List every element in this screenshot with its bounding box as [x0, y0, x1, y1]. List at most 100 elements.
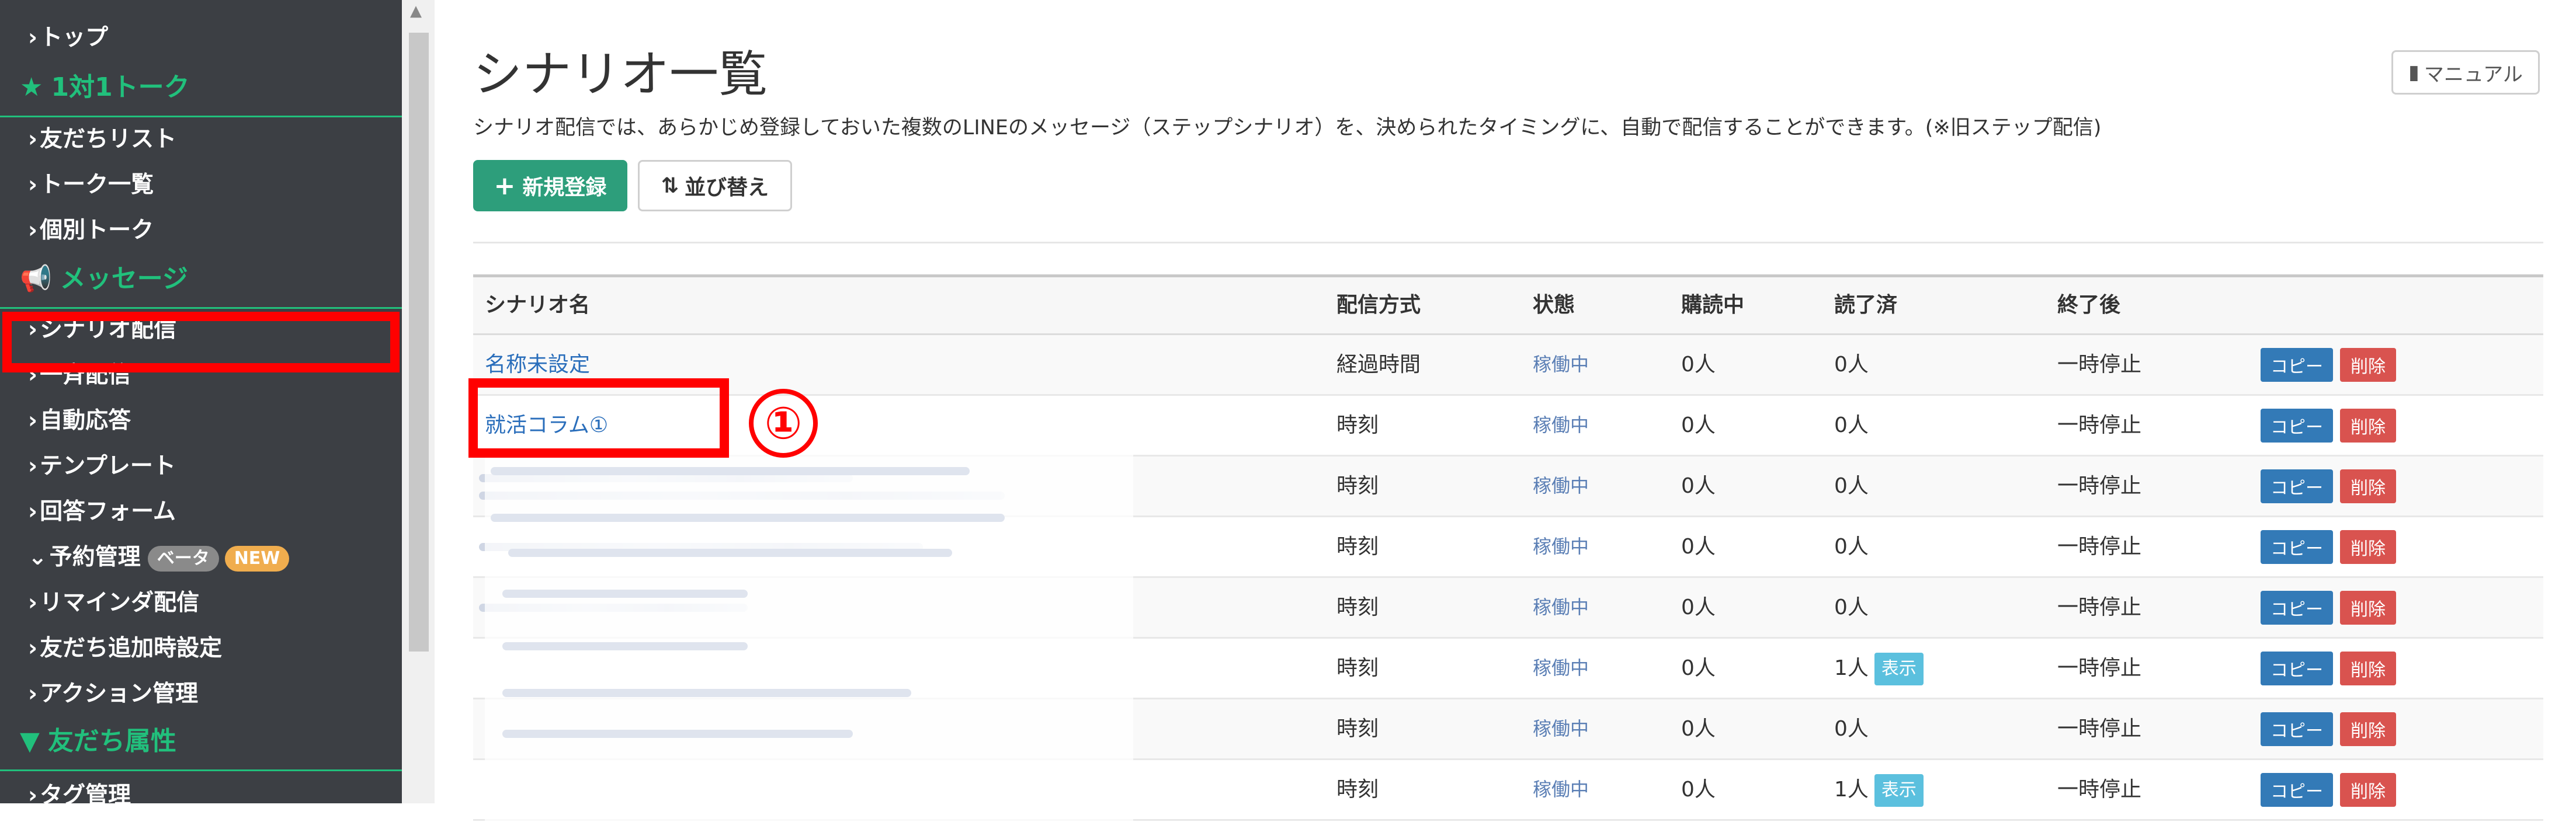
delete-button[interactable]: 削除: [2340, 652, 2396, 685]
step-number-badge: ①: [749, 389, 818, 458]
sort-icon: ⇅: [661, 173, 679, 198]
status-text[interactable]: 稼働中: [1533, 639, 1589, 698]
sidebar-item-friend-add-settings[interactable]: › 友だち追加時設定: [28, 628, 222, 669]
delivery-method: 時刻: [1336, 717, 1379, 741]
sidebar: › トップ ★ 1対1トーク › 友だちリスト › トーク一覧 › 個別トーク 📢 メッセー…: [0, 0, 402, 803]
show-readers-button[interactable]: 表示: [1874, 653, 1924, 685]
read-count: 0人: [1834, 717, 1869, 741]
after-action: 一時停止: [2057, 535, 2142, 559]
column-header-status[interactable]: 状態: [1533, 277, 1575, 333]
beta-badge: ベータ: [147, 545, 219, 572]
blurred-text: [502, 730, 853, 738]
sidebar-item-answer-form[interactable]: › 回答フォーム: [28, 492, 176, 532]
copy-button[interactable]: コピー: [2261, 773, 2333, 807]
chevron-right-icon: ›: [28, 590, 38, 616]
blurred-text: [502, 642, 748, 650]
after-action: 一時停止: [2057, 656, 2142, 680]
new-register-button[interactable]: + 新規登録: [473, 160, 627, 211]
sidebar-item-reminder[interactable]: › リマインダ配信: [28, 583, 199, 624]
copy-button[interactable]: コピー: [2261, 591, 2333, 625]
delete-button[interactable]: 削除: [2340, 348, 2396, 382]
copy-button[interactable]: コピー: [2261, 469, 2333, 503]
manual-button[interactable]: ▮ マニュアル: [2391, 50, 2540, 95]
chevron-right-icon: ›: [28, 172, 38, 198]
after-action: 一時停止: [2057, 717, 2142, 741]
read-count: 0人: [1834, 474, 1869, 498]
sidebar-item-action-management[interactable]: › アクション管理: [28, 674, 198, 715]
blurred-text: [491, 514, 1005, 522]
scroll-up-icon[interactable]: ▲: [410, 2, 422, 20]
delete-button[interactable]: 削除: [2340, 591, 2396, 625]
sidebar-item-template[interactable]: › テンプレート: [28, 446, 176, 487]
plus-icon: +: [494, 170, 516, 201]
after-action: 一時停止: [2057, 474, 2142, 498]
page-title: シナリオ一覧: [473, 46, 768, 103]
chevron-right-icon: ›: [28, 453, 38, 479]
delivery-method: 時刻: [1336, 595, 1379, 619]
subscribing-count: 0人: [1681, 353, 1716, 377]
sidebar-section-message: 📢 メッセージ: [20, 264, 188, 294]
read-count: 1人 表示: [1834, 639, 1924, 698]
chevron-right-icon: ›: [28, 407, 38, 434]
subscribing-count: 0人: [1681, 474, 1716, 498]
sidebar-item-talk-list[interactable]: › トーク一覧: [28, 165, 154, 205]
delivery-method: 経過時間: [1336, 353, 1421, 377]
copy-button[interactable]: コピー: [2261, 712, 2333, 746]
status-text[interactable]: 稼働中: [1533, 760, 1589, 819]
read-count: 0人: [1834, 595, 1869, 619]
copy-button[interactable]: コピー: [2261, 530, 2333, 564]
status-text[interactable]: 稼働中: [1533, 517, 1589, 576]
divider: [0, 769, 402, 771]
after-action: 一時停止: [2057, 778, 2142, 802]
blurred-text: [491, 467, 970, 475]
status-text[interactable]: 稼働中: [1533, 335, 1589, 394]
column-header-read[interactable]: 読了済: [1834, 277, 1897, 333]
megaphone-icon: 📢: [20, 264, 52, 294]
column-header-after[interactable]: 終了後: [2057, 277, 2120, 333]
sidebar-item-friends-list[interactable]: › 友だちリスト: [28, 119, 176, 160]
subscribing-count: 0人: [1681, 413, 1716, 437]
star-icon: ★: [20, 72, 43, 102]
delete-button[interactable]: 削除: [2340, 712, 2396, 746]
read-count: 0人: [1834, 413, 1869, 437]
copy-button[interactable]: コピー: [2261, 409, 2333, 443]
scrollbar-thumb[interactable]: [409, 33, 429, 652]
sidebar-item-reservation[interactable]: ⌄ 予約管理 ベータ NEW: [28, 537, 290, 578]
read-count: 1人 表示: [1834, 760, 1924, 819]
blurred-region: [485, 450, 1133, 829]
status-text[interactable]: 稼働中: [1533, 396, 1589, 455]
delete-button[interactable]: 削除: [2340, 530, 2396, 564]
delete-button[interactable]: 削除: [2340, 409, 2396, 443]
read-count: 0人: [1834, 353, 1869, 377]
chevron-right-icon: ›: [28, 782, 38, 803]
highlight-box-scenario-name: [468, 378, 729, 458]
sort-button[interactable]: ⇅ 並び替え: [638, 160, 792, 211]
after-action: 一時停止: [2057, 595, 2142, 619]
delete-button[interactable]: 削除: [2340, 469, 2396, 503]
delivery-method: 時刻: [1336, 656, 1379, 680]
column-header-subscribing[interactable]: 購読中: [1681, 277, 1744, 333]
after-action: 一時停止: [2057, 353, 2142, 377]
column-header-method[interactable]: 配信方式: [1336, 277, 1421, 333]
status-text[interactable]: 稼働中: [1533, 699, 1589, 758]
sidebar-item-individual-talk[interactable]: › 個別トーク: [28, 210, 154, 251]
sidebar-item-auto-reply[interactable]: › 自動応答: [28, 400, 131, 441]
divider: [0, 116, 402, 117]
delivery-method: 時刻: [1336, 474, 1379, 498]
sidebar-item-tag-management[interactable]: › タグ管理: [28, 775, 131, 803]
blurred-text: [508, 549, 952, 557]
chevron-down-icon: ⌄: [28, 544, 47, 570]
copy-button[interactable]: コピー: [2261, 348, 2333, 382]
show-readers-button[interactable]: 表示: [1874, 774, 1924, 807]
delivery-method: 時刻: [1336, 778, 1379, 802]
delivery-method: 時刻: [1336, 413, 1379, 437]
column-header-name[interactable]: シナリオ名: [485, 277, 590, 333]
status-text[interactable]: 稼働中: [1533, 578, 1589, 637]
chevron-right-icon: ›: [28, 681, 38, 707]
read-count: 0人: [1834, 535, 1869, 559]
sidebar-item-top[interactable]: › トップ: [28, 18, 108, 58]
status-text[interactable]: 稼働中: [1533, 457, 1589, 515]
table-header: シナリオ名 配信方式 状態 購読中 読了済 終了後: [473, 274, 2543, 335]
delete-button[interactable]: 削除: [2340, 773, 2396, 807]
copy-button[interactable]: コピー: [2261, 652, 2333, 685]
